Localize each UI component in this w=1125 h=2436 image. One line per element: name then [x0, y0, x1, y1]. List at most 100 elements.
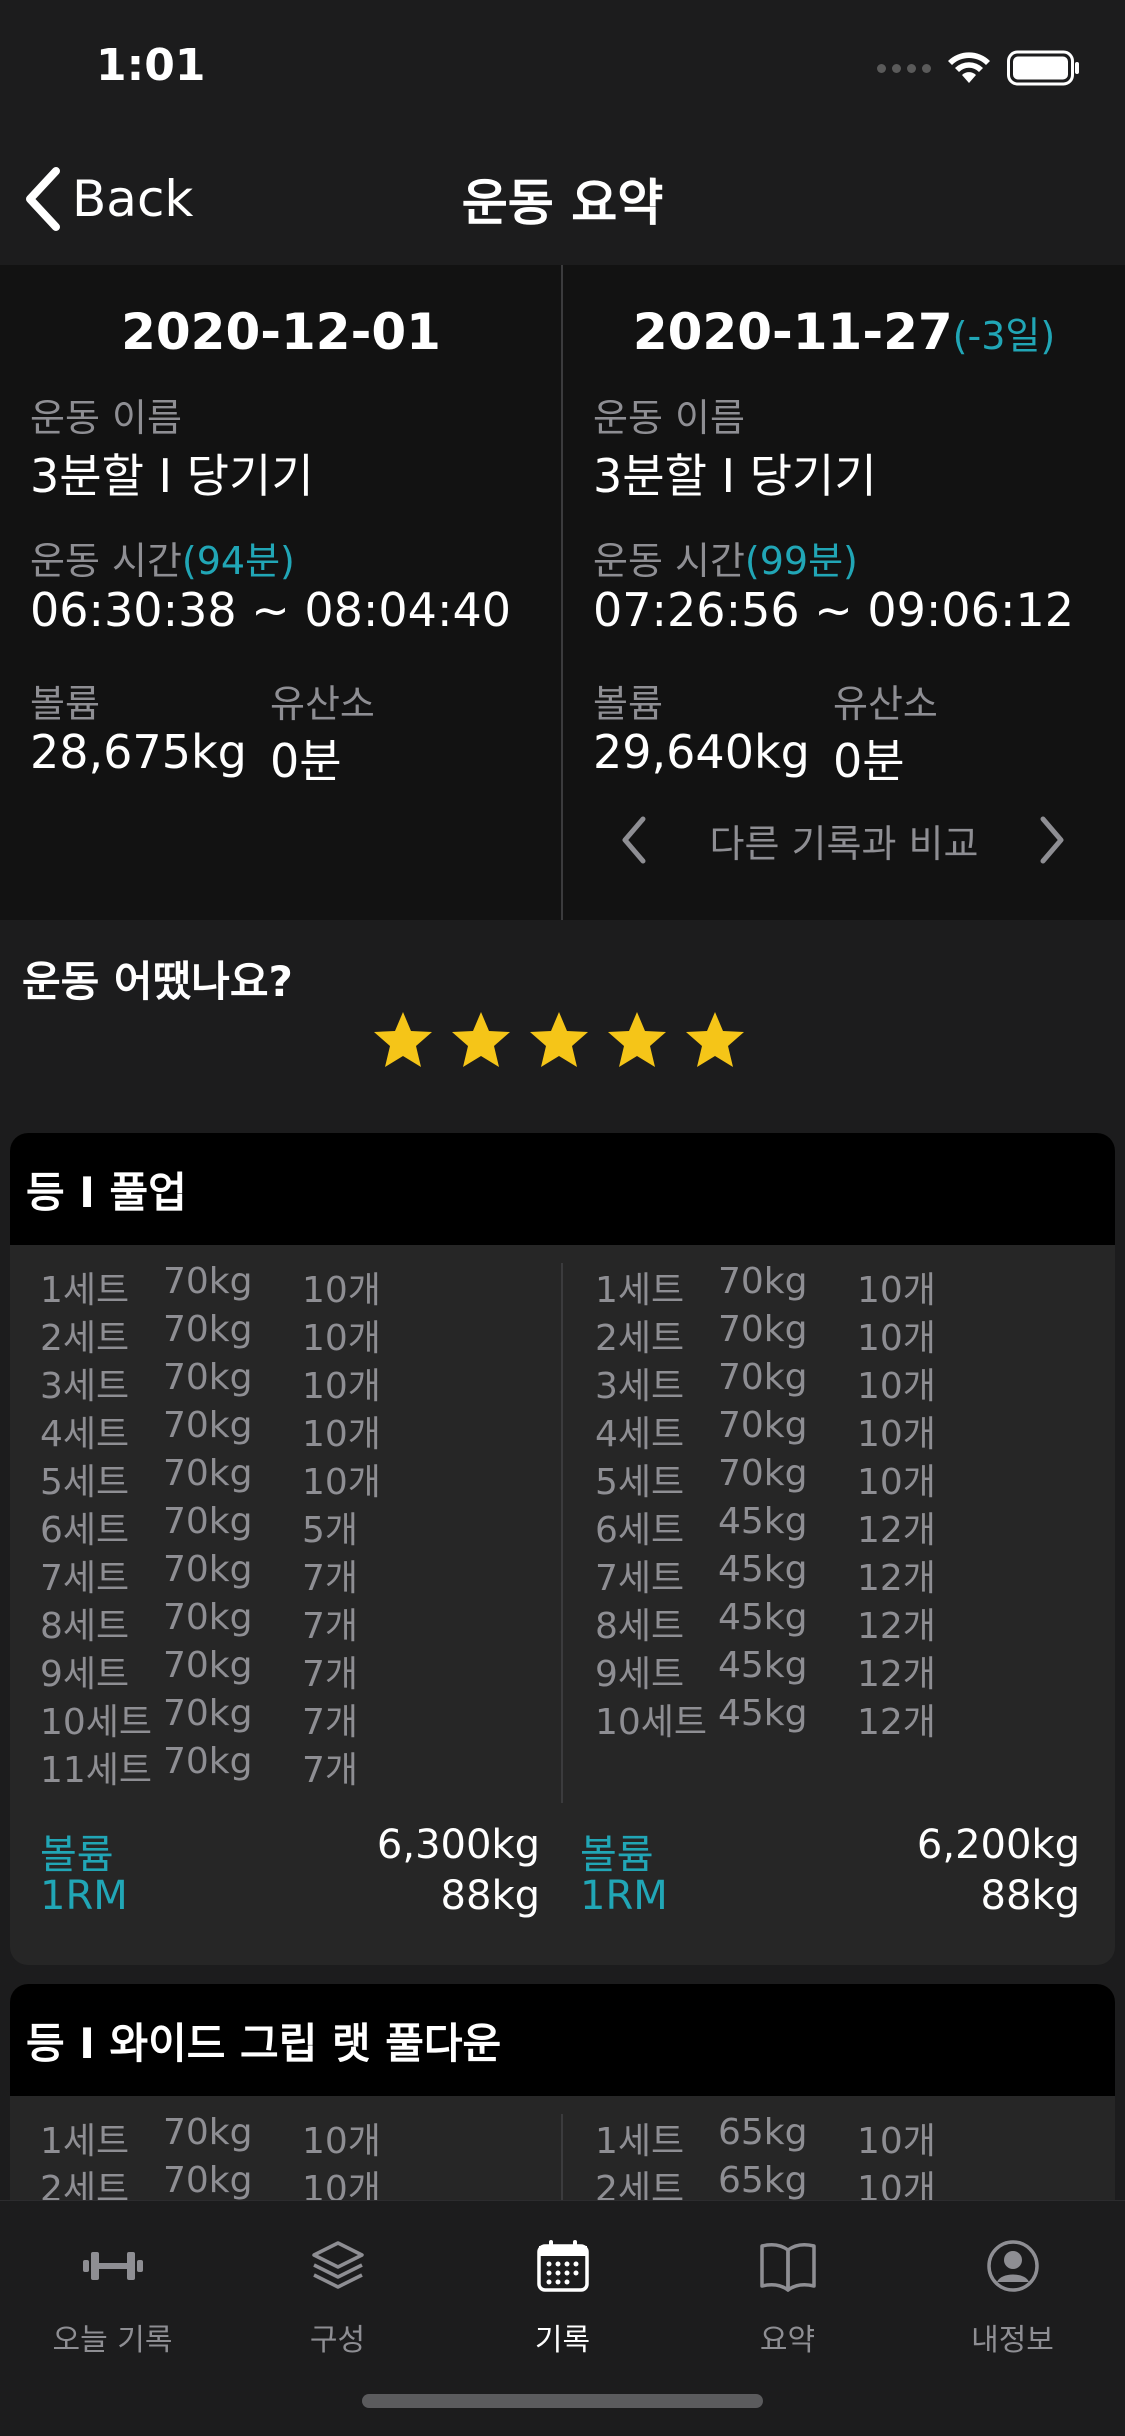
set-number: 1세트 [40, 1270, 130, 1311]
set-weight: 65kg [718, 2160, 808, 2200]
volume-label: 볼륨 [30, 682, 100, 726]
set-weight: 70kg [163, 1405, 253, 1446]
workout-duration: (94분) [181, 539, 295, 583]
one-rm-value: 88kg [980, 1873, 1080, 1919]
set-reps: 7개 [302, 1606, 359, 1647]
set-weight: 70kg [718, 1261, 808, 1302]
set-reps: 10개 [302, 1366, 381, 1407]
set-number: 2세트 [595, 1318, 685, 1359]
set-row: 7세트 70kg 7개 [40, 1549, 540, 1599]
exercise-card: 등 I 풀업 볼륨 6,300kg 1RM 88kg 볼륨 6,200kg 1R… [10, 1133, 1115, 1965]
current-workout-column: 2020-12-01 운동 이름 3분할 I 당기기 운동 시간(94분) 06… [0, 265, 562, 920]
tab-label: 오늘 기록 [52, 2323, 173, 2358]
profile-icon [986, 2240, 1039, 2292]
set-reps: 12개 [857, 1702, 936, 1743]
workout-time-range: 06:30:38 ~ 08:04:40 [30, 583, 511, 637]
set-weight: 70kg [163, 1549, 253, 1590]
star-icon[interactable] [450, 1010, 512, 1070]
tab-label: 기록 [534, 2323, 591, 2358]
home-indicator [362, 2394, 763, 2408]
set-row: 2세트 70kg 10개 [40, 2160, 540, 2200]
set-number: 4세트 [40, 1414, 130, 1455]
star-icon[interactable] [684, 1010, 746, 1070]
status-bar: 1:01 [0, 0, 1125, 135]
tab-label: 내정보 [971, 2323, 1054, 2358]
column-divider [561, 2114, 563, 2200]
set-row: 6세트 70kg 5개 [40, 1501, 540, 1551]
dumbbell-icon [82, 2252, 143, 2280]
volume-label: 볼륨 [593, 682, 663, 726]
set-number: 1세트 [595, 1270, 685, 1311]
set-number: 6세트 [595, 1510, 685, 1551]
set-row: 3세트 70kg 10개 [40, 1357, 540, 1407]
set-row: 1세트 70kg 10개 [40, 1261, 540, 1311]
set-reps: 10개 [857, 1462, 936, 1503]
cellular-signal-icon [877, 63, 931, 73]
set-number: 2세트 [40, 2169, 130, 2200]
tab-today-record[interactable]: 오늘 기록 [0, 2231, 225, 2359]
set-row: 1세트 70kg 10개 [40, 2112, 540, 2162]
volume-summary-value: 6,200kg [916, 1822, 1080, 1868]
star-icon[interactable] [528, 1010, 590, 1070]
tab-label: 구성 [309, 2323, 366, 2358]
set-weight: 70kg [163, 1309, 253, 1350]
volume-value: 28,675kg [30, 725, 247, 779]
set-weight: 70kg [718, 1405, 808, 1446]
tab-records[interactable]: 기록 [450, 2231, 675, 2359]
workout-duration: (99분) [744, 539, 858, 583]
set-number: 7세트 [40, 1558, 130, 1599]
star-icon[interactable] [372, 1010, 434, 1070]
set-weight: 70kg [163, 1453, 253, 1494]
aerobic-value: 0분 [833, 734, 905, 788]
workout-name-label: 운동 이름 [30, 396, 182, 440]
set-number: 5세트 [40, 1462, 130, 1503]
set-weight: 45kg [718, 1549, 808, 1590]
tab-summary[interactable]: 요약 [675, 2231, 900, 2359]
set-row: 11세트 70kg 7개 [40, 1741, 540, 1791]
set-weight: 70kg [718, 1357, 808, 1398]
set-weight: 45kg [718, 1693, 808, 1734]
set-reps: 12개 [857, 1510, 936, 1551]
set-row: 4세트 70kg 10개 [40, 1405, 540, 1455]
set-reps: 10개 [857, 1366, 936, 1407]
set-number: 1세트 [40, 2121, 130, 2162]
navigation-bar: Back 운동 요약 [0, 135, 1125, 265]
page-title: 운동 요약 [461, 174, 664, 232]
set-reps: 10개 [857, 2121, 936, 2162]
tab-compose[interactable]: 구성 [225, 2231, 450, 2359]
set-weight: 70kg [163, 1261, 253, 1302]
set-weight: 70kg [718, 1453, 808, 1494]
one-rm-label: 1RM [580, 1873, 668, 1919]
chevron-right-icon[interactable] [1037, 815, 1067, 865]
set-weight: 70kg [163, 1645, 253, 1686]
status-time: 1:01 [96, 40, 206, 91]
set-row: 8세트 45kg 12개 [595, 1597, 1095, 1647]
set-weight: 70kg [163, 1693, 253, 1734]
set-reps: 10개 [857, 2169, 936, 2200]
star-rating[interactable] [372, 1010, 746, 1070]
layers-icon [311, 2241, 364, 2289]
aerobic-value: 0분 [270, 734, 342, 788]
set-number: 1세트 [595, 2121, 685, 2162]
set-reps: 10개 [857, 1414, 936, 1455]
set-weight: 45kg [718, 1501, 808, 1542]
book-icon [759, 2243, 816, 2292]
volume-summary-label: 볼륨 [580, 1832, 654, 1878]
set-number: 7세트 [595, 1558, 685, 1599]
star-icon[interactable] [606, 1010, 668, 1070]
days-difference: (-3일) [952, 314, 1056, 358]
set-number: 10세트 [40, 1702, 153, 1743]
set-number: 3세트 [595, 1366, 685, 1407]
exercise-sets: 볼륨 6,300kg 1RM 88kg 볼륨 6,200kg 1RM 88kg … [10, 1245, 1115, 1965]
comparison-panel: 2020-12-01 운동 이름 3분할 I 당기기 운동 시간(94분) 06… [0, 265, 1125, 920]
set-reps: 10개 [302, 1462, 381, 1503]
set-row: 10세트 70kg 7개 [40, 1693, 540, 1743]
set-reps: 10개 [857, 1270, 936, 1311]
set-row: 9세트 45kg 12개 [595, 1645, 1095, 1695]
set-number: 10세트 [595, 1702, 708, 1743]
set-number: 11세트 [40, 1750, 153, 1791]
aerobic-label: 유산소 [833, 682, 938, 726]
tab-profile[interactable]: 내정보 [900, 2231, 1125, 2359]
set-reps: 12개 [857, 1606, 936, 1647]
set-row: 6세트 45kg 12개 [595, 1501, 1095, 1551]
